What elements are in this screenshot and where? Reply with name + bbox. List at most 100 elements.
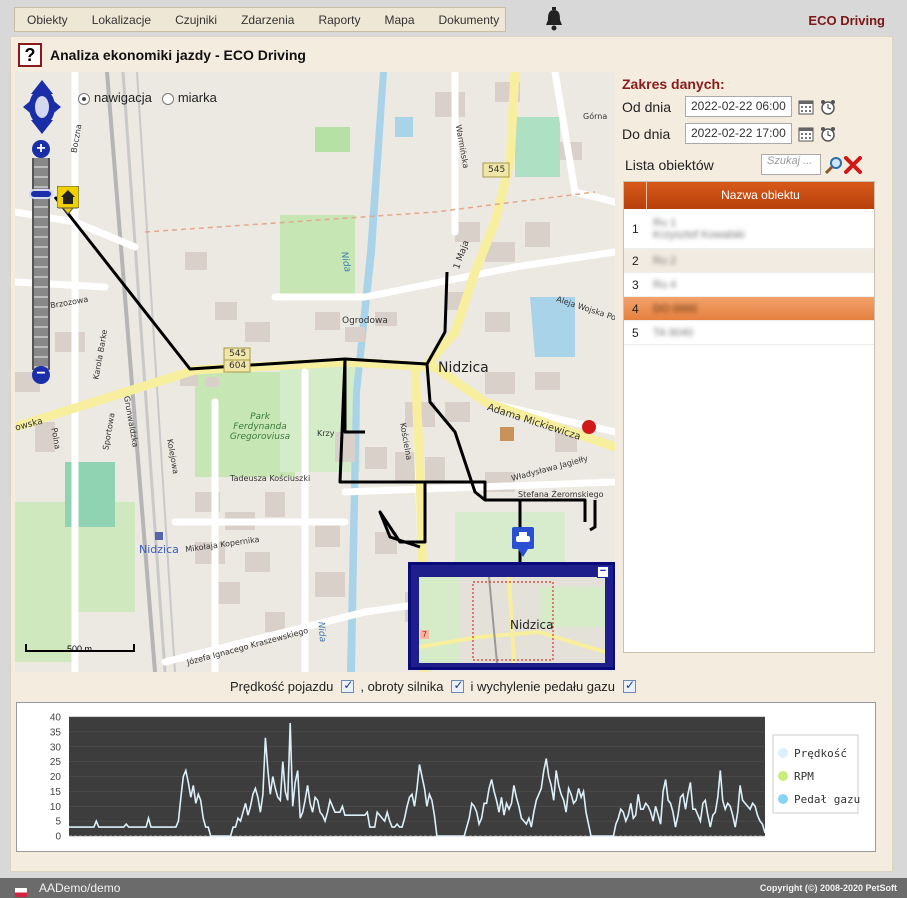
legend-label: Prędkość (794, 747, 847, 760)
pan-control[interactable] (23, 80, 61, 134)
object-row-5[interactable]: 5 TA 9040 (624, 321, 874, 345)
home-marker-icon[interactable] (56, 185, 80, 215)
to-date-input[interactable]: 2022-02-22 17:00 (685, 123, 792, 144)
object-row-num: 2 (632, 253, 639, 268)
copyright: Copyright (©) 2008-2020 PetSoft (759, 883, 897, 893)
chart-options: Prędkość pojazdu , obroty silnika i wych… (230, 678, 642, 694)
object-row-num: 5 (632, 325, 639, 340)
clock-icon[interactable] (820, 99, 836, 115)
map-label-road-604: 604 (229, 361, 247, 371)
menu-zdarzenia[interactable]: Zdarzenia (229, 13, 306, 27)
calendar-icon[interactable] (798, 126, 814, 142)
calendar-icon[interactable] (798, 99, 814, 115)
object-row-1[interactable]: 1 Ru 1 Krzysztof Kowalski (624, 209, 874, 249)
object-row-name: DO 0000 (653, 302, 698, 315)
legend-marker (778, 748, 788, 758)
menu-raporty[interactable]: Raporty (306, 13, 372, 27)
page-title: Analiza ekonomiki jazdy - ECO Driving (50, 47, 306, 63)
user-label[interactable]: AADemo/demo (39, 881, 120, 895)
speed-option-label: Prędkość pojazdu (230, 679, 334, 694)
map-label-krzy: Krzy (317, 429, 335, 438)
map-view[interactable]: + − nawigacja miarka Nidzica Nidzica 545… (15, 72, 615, 672)
from-label: Od dnia (622, 98, 672, 115)
scale-bar: 500 m (25, 644, 135, 654)
map-label-road-545: 545 (229, 349, 247, 359)
map-label-ogrodowa: Ogrodowa (342, 316, 388, 326)
object-row-num: 1 (632, 221, 639, 236)
overview-collapse-button[interactable]: − (597, 566, 609, 578)
y-tick-label: 0 (55, 832, 61, 843)
object-row-name: Ru 2 (653, 254, 677, 267)
menu-dokumenty[interactable]: Dokumenty (427, 13, 512, 27)
y-tick-label: 30 (50, 742, 62, 753)
object-list-label: Lista obiektów (625, 157, 714, 173)
radio-measure[interactable] (161, 92, 174, 105)
vehicle-marker-icon[interactable] (512, 527, 534, 557)
map-label-city-small: Nidzica (139, 543, 179, 556)
map-label-nida-south: Nida (315, 621, 328, 643)
rpm-checkbox[interactable] (451, 678, 465, 693)
radio-navigation[interactable] (78, 92, 90, 105)
map-label-park: Park Ferdynanda Gregoroviusa (229, 412, 291, 442)
footer: AADemo/demo Copyright (©) 2008-2020 PetS… (0, 878, 907, 898)
object-name: Ru 1 (653, 216, 677, 229)
from-date-row: Od dnia 2022-02-22 06:00 (622, 96, 836, 117)
menu-mapa[interactable]: Mapa (372, 13, 426, 27)
overview-city-label: Nidzica (510, 618, 554, 632)
y-tick-label: 25 (50, 757, 62, 768)
menu-lokalizacje[interactable]: Lokalizacje (80, 13, 163, 27)
mode-measure-option[interactable]: miarka (161, 90, 217, 105)
object-name-header[interactable]: Nazwa obiektu (647, 182, 874, 209)
y-tick-label: 5 (55, 817, 61, 828)
zoom-handle[interactable] (29, 189, 53, 199)
legend-marker (778, 771, 788, 781)
menu-czujniki[interactable]: Czujniki (163, 13, 229, 27)
object-row-4-selected[interactable]: 4 DO 0000 (624, 297, 874, 321)
object-row-3[interactable]: 3 Ru 4 (624, 273, 874, 297)
object-row-name: Ru 4 (653, 278, 677, 291)
y-tick-label: 15 (50, 787, 62, 798)
object-list-num-header (624, 182, 647, 209)
search-input[interactable]: Szukaj ... (761, 154, 821, 175)
map-label-road-545-north: 545 (488, 165, 506, 175)
chart-svg: 40 35 30 25 20 15 10 5 0 Prędkość RPM Pedał gazu (50, 713, 860, 843)
rpm-option-label: , obroty silnika (360, 679, 444, 694)
object-row-2[interactable]: 2 Ru 2 (624, 249, 874, 273)
zoom-out-button[interactable]: − (32, 366, 50, 384)
map-label-kosciuszki: Tadeusza Kościuszki (230, 474, 311, 483)
object-list: Nazwa obiektu 1 Ru 1 Krzysztof Kowalski 2… (623, 181, 875, 653)
legend-label: Pedał gazu (794, 793, 860, 806)
clear-icon[interactable] (844, 156, 862, 174)
bell-icon[interactable] (543, 7, 565, 31)
y-tick-label: 20 (50, 772, 62, 783)
to-date-row: Do dnia 2022-02-22 17:00 (622, 123, 836, 144)
zoom-in-button[interactable]: + (32, 140, 50, 158)
map-label-city: Nidzica (438, 360, 489, 376)
speed-checkbox[interactable] (341, 678, 355, 693)
mode-navigation-option[interactable]: nawigacja (78, 90, 152, 105)
app-name: ECO Driving (808, 13, 885, 28)
scale-label: 500 m (67, 644, 93, 654)
map-label-gorna: Górna (583, 112, 608, 121)
map-label-zeromskiego: Stefana Żeromskiego (518, 490, 604, 499)
menu-obiekty[interactable]: Obiekty (15, 13, 80, 27)
y-tick-label: 35 (50, 727, 62, 738)
mode-navigation-label: nawigacja (94, 90, 152, 105)
overview-badge: 7 (420, 630, 430, 639)
help-button[interactable]: ? (18, 43, 42, 67)
object-row-num: 3 (632, 277, 639, 292)
mode-measure-label: miarka (177, 90, 217, 105)
eco-chart[interactable]: 40 35 30 25 20 15 10 5 0 Prędkość RPM Pedał gazu (16, 702, 876, 852)
legend-label: RPM (794, 770, 814, 783)
poland-flag-icon[interactable] (15, 884, 27, 897)
pedal-checkbox[interactable] (622, 678, 636, 693)
legend-marker (778, 794, 788, 804)
object-row-name: Ru 1 Krzysztof Kowalski (647, 209, 874, 248)
y-tick-label: 10 (50, 802, 62, 813)
pedal-option-label: i wychylenie pedału gazu (470, 679, 615, 694)
from-date-input[interactable]: 2022-02-22 06:00 (685, 96, 792, 117)
clock-icon[interactable] (820, 126, 836, 142)
overview-map[interactable]: Nidzica 7 − (408, 562, 615, 670)
search-icon[interactable] (824, 156, 843, 175)
map-mode-selector: nawigacja miarka (78, 90, 217, 105)
